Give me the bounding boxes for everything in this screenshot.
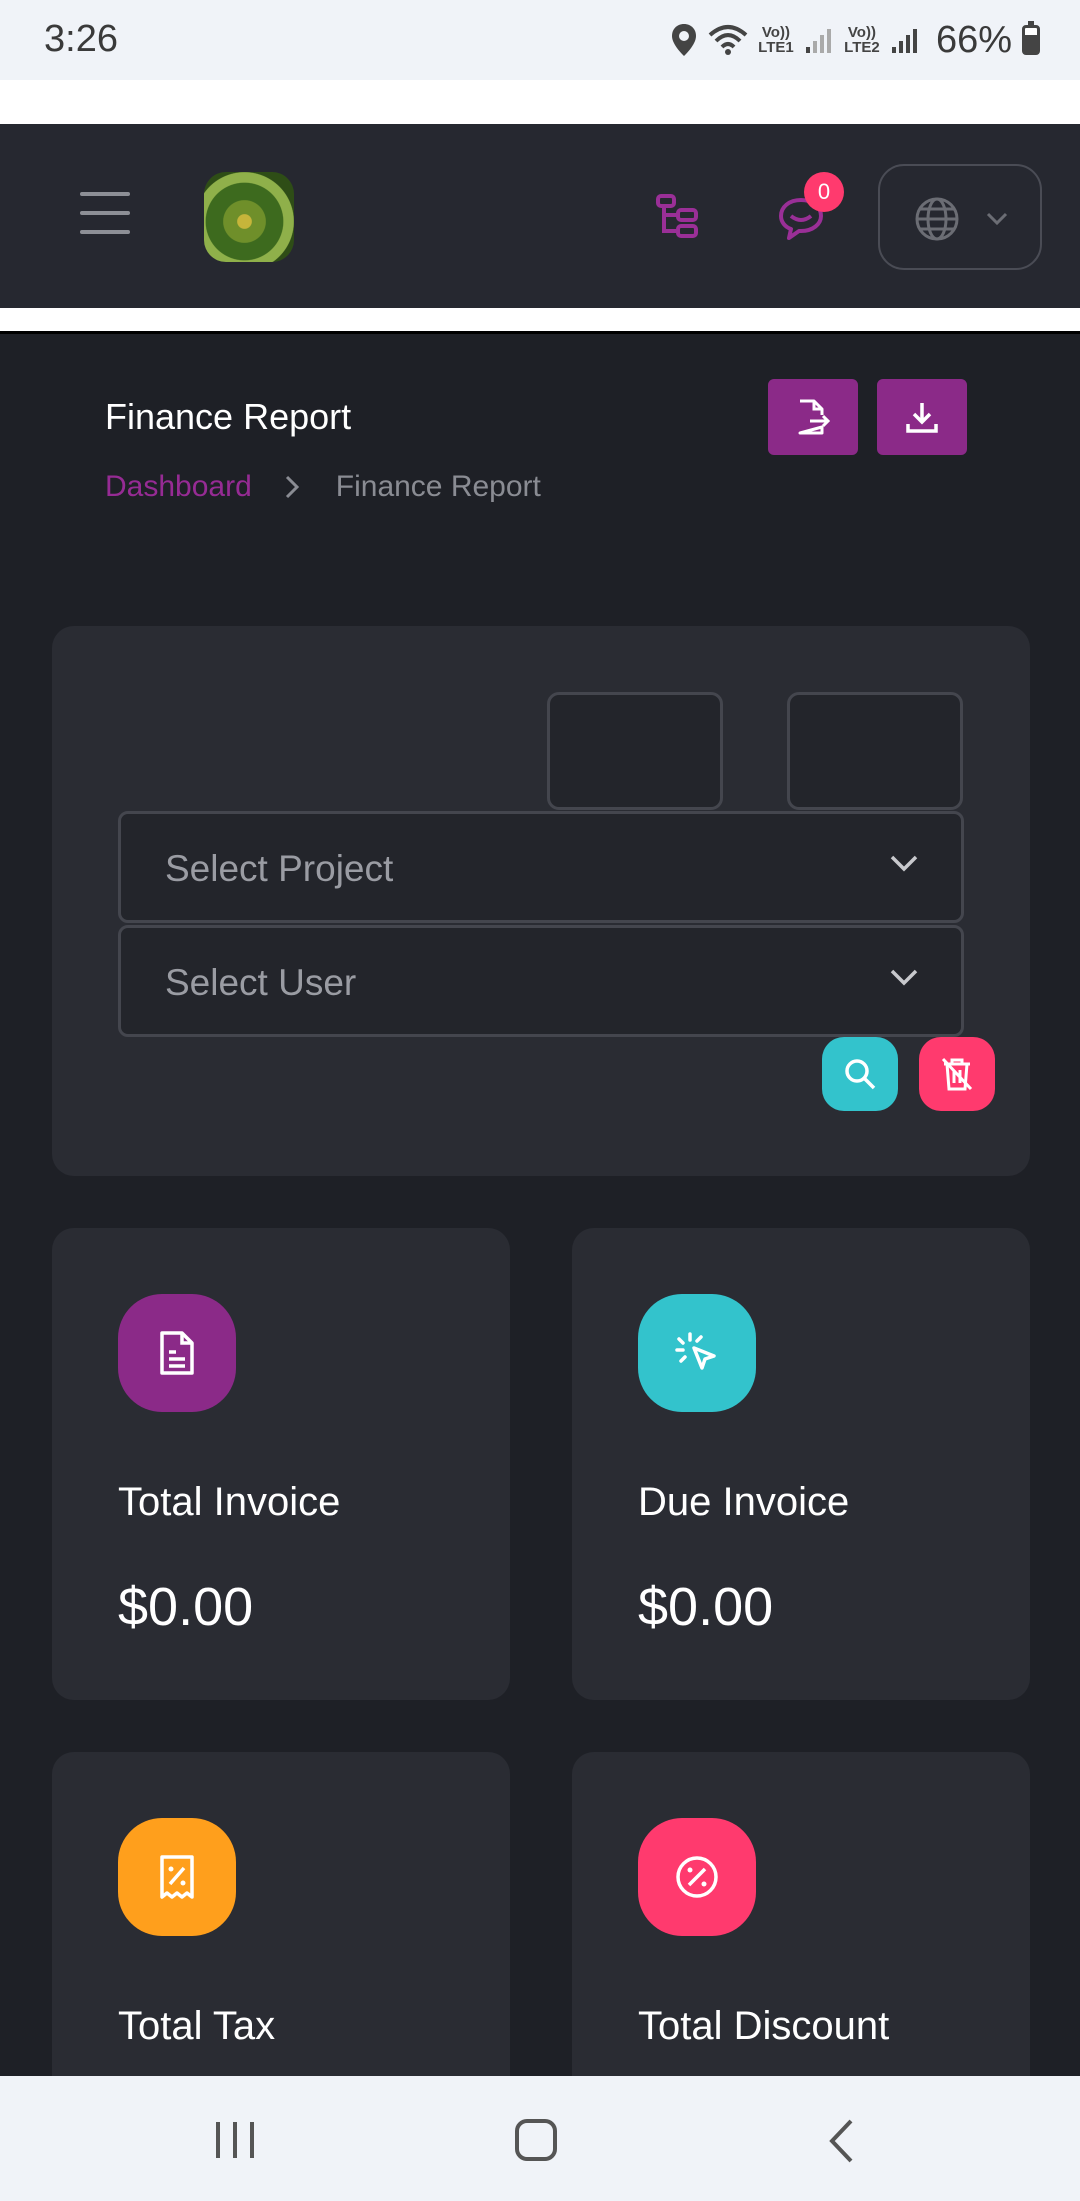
invoice-icon <box>118 1294 236 1412</box>
location-icon <box>671 24 696 56</box>
stat-label: Total Discount <box>638 2004 890 2048</box>
trash-icon <box>941 1057 973 1091</box>
download-button[interactable] <box>877 379 967 455</box>
wifi-icon <box>708 25 748 55</box>
search-button[interactable] <box>822 1037 898 1111</box>
header-divider <box>0 308 1080 334</box>
reset-button[interactable] <box>919 1037 995 1111</box>
page-title: Finance Report <box>105 396 352 437</box>
discount-icon <box>638 1818 756 1936</box>
stat-label: Due Invoice <box>638 1480 850 1524</box>
recent-apps-icon[interactable] <box>214 2120 256 2160</box>
download-icon <box>906 403 938 433</box>
chevron-right-icon <box>285 475 299 499</box>
user-select[interactable]: Select User <box>118 925 964 1037</box>
sim2-label: Vo)) LTE2 <box>844 24 880 56</box>
receipt-percent-icon <box>118 1818 236 1936</box>
search-icon <box>845 1059 876 1090</box>
sim1-label: Vo)) LTE1 <box>758 24 794 56</box>
stat-value: $0.00 <box>118 1577 254 1637</box>
chevron-down-icon <box>890 969 918 986</box>
user-select-placeholder: Select User <box>165 962 357 1003</box>
home-icon[interactable] <box>514 2118 558 2162</box>
project-select[interactable]: Select Project <box>118 811 964 923</box>
status-bar: 3:26 Vo)) LTE1 Vo)) LTE2 66% <box>0 0 1080 80</box>
signal-icon <box>805 29 831 53</box>
stat-label: Total Invoice <box>118 1480 341 1524</box>
export-icon <box>798 399 830 435</box>
project-select-placeholder: Select Project <box>165 848 394 889</box>
notification-badge: 0 <box>804 172 844 212</box>
start-date-input[interactable] <box>547 692 723 810</box>
sitemap-icon[interactable] <box>652 190 702 240</box>
stat-card-total-invoice: Total Invoice $0.00 <box>52 1228 510 1700</box>
breadcrumb-current: Finance Report <box>335 470 541 503</box>
breadcrumb: Dashboard Finance Report <box>105 470 541 504</box>
system-nav-bar <box>0 2076 1080 2201</box>
top-strip <box>0 80 1080 124</box>
back-icon[interactable] <box>826 2118 856 2164</box>
battery-percent: 66% <box>935 18 1012 61</box>
breadcrumb-dashboard-link[interactable]: Dashboard <box>105 470 252 504</box>
stat-card-due-invoice: Due Invoice $0.00 <box>572 1228 1030 1700</box>
avatar[interactable] <box>204 172 294 262</box>
chevron-down-icon <box>986 212 1008 226</box>
battery-icon <box>1022 21 1040 55</box>
status-time: 3:26 <box>44 18 118 60</box>
stat-label: Total Tax <box>118 2004 276 2048</box>
app-header: 0 <box>0 124 1080 308</box>
export-button[interactable] <box>768 379 858 455</box>
globe-icon <box>915 197 959 241</box>
stat-value: $0.00 <box>638 1577 774 1637</box>
click-icon <box>638 1294 756 1412</box>
signal-icon <box>891 29 917 53</box>
chevron-down-icon <box>890 855 918 872</box>
end-date-input[interactable] <box>787 692 963 810</box>
language-selector[interactable] <box>878 164 1042 270</box>
status-icons: Vo)) LTE1 Vo)) LTE2 66% <box>670 14 1040 66</box>
menu-icon[interactable] <box>80 192 130 234</box>
